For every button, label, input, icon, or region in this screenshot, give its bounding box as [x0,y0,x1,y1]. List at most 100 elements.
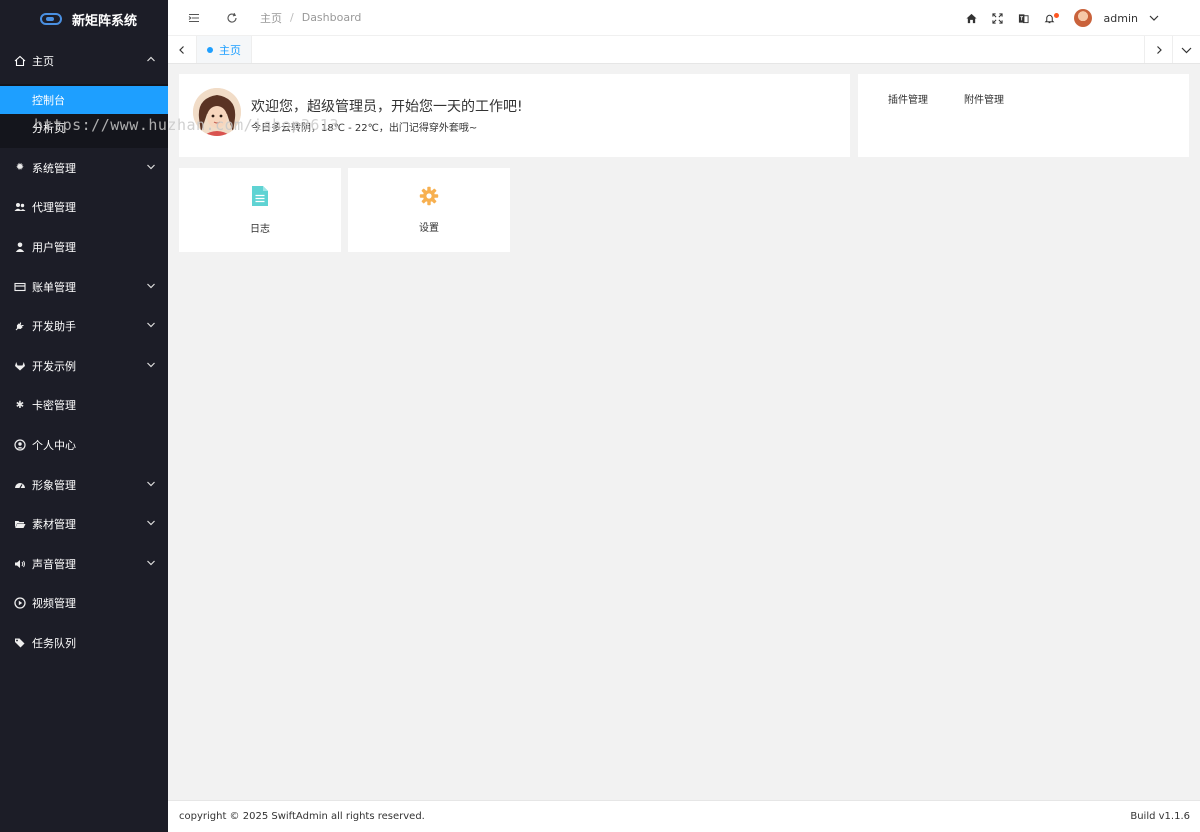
tab-home[interactable]: 主页 [196,36,252,63]
fullscreen-icon[interactable] [988,8,1008,28]
submenu-home: 控制台 分析页 [0,84,168,148]
user-icon [14,241,26,253]
welcome-card: 欢迎您，超级管理员，开始您一天的工作吧! 今日多云转阴，18℃ - 22℃，出门… [179,74,850,157]
welcome-avatar [193,88,241,136]
sidebar-item-label: 卡密管理 [32,399,76,413]
plugin-manage-link[interactable]: 插件管理 [888,91,928,106]
sidebar-subitem-label: 控制台 [32,94,65,107]
plug-icon [14,320,26,332]
build-version: Build v1.1.6 [1130,811,1190,822]
sidebar-subitem-label: 分析页 [32,122,65,135]
quick-card-settings[interactable]: 设置 [348,168,510,252]
weather-text: 今日多云转阴，18℃ - 22℃，出门记得穿外套哦~ [251,123,478,134]
bell-icon[interactable] [1040,8,1060,28]
user-name[interactable]: admin [1104,12,1138,25]
sidebar: 新矩阵系统 主页 控制台 分析页 ✹ 系统管理 代理管理 用户管理 账单管理 开… [0,0,168,832]
breadcrumb-current: Dashboard [301,11,362,24]
tabs-bar: 主页 [168,36,1200,64]
folder-open-icon [14,518,26,530]
header-actions: admin [962,0,1200,36]
users-icon [14,201,26,213]
sidebar-item-agents[interactable]: 代理管理 [0,188,168,228]
tabs-scroll-right-button[interactable] [1144,36,1172,63]
chevron-down-icon [146,478,156,491]
sidebar-item-label: 素材管理 [32,518,76,532]
sidebar-item-dev-examples[interactable]: 开发示例 [0,346,168,386]
app-logo[interactable]: 新矩阵系统 [0,0,168,38]
user-avatar[interactable] [1073,9,1092,27]
breadcrumb-home[interactable]: 主页 [260,10,282,26]
quick-card-label: 日志 [250,224,270,235]
tabs-scroll-left-button[interactable] [168,36,196,63]
sidebar-item-label: 开发示例 [32,359,76,373]
file-icon [251,185,269,210]
sidebar-item-home[interactable]: 主页 [0,38,168,84]
quick-card-label: 设置 [419,223,439,234]
app-title: 新矩阵系统 [72,13,138,29]
tabs-menu-button[interactable] [1172,36,1200,63]
sidebar-menu: 主页 控制台 分析页 ✹ 系统管理 代理管理 用户管理 账单管理 开发助手 开发… [0,38,168,663]
language-icon[interactable] [1014,8,1034,28]
chevron-down-icon [146,320,156,333]
quick-card-logs[interactable]: 日志 [179,168,341,252]
home-icon[interactable] [962,8,982,28]
menu-collapse-icon[interactable] [184,8,204,28]
chevron-down-icon [146,359,156,372]
asterisk-icon: ✱ [15,399,25,411]
sidebar-item-label: 用户管理 [32,240,76,254]
sidebar-item-materials[interactable]: 素材管理 [0,504,168,544]
shortcut-links-card: 插件管理 附件管理 [858,74,1189,157]
sidebar-item-label: 代理管理 [32,201,76,215]
sidebar-item-voices[interactable]: 声音管理 [0,544,168,584]
attachment-manage-link[interactable]: 附件管理 [964,91,1004,106]
credit-card-icon [14,281,26,293]
shortcut-links: 插件管理 附件管理 [888,91,1004,106]
welcome-greeting: 欢迎您，超级管理员，开始您一天的工作吧! [251,99,523,115]
refresh-icon[interactable] [222,8,242,28]
home-icon [14,55,26,67]
user-circle-icon [14,439,26,451]
sidebar-item-label: 系统管理 [32,161,76,175]
sidebar-item-label: 任务队列 [32,636,76,650]
chevron-up-icon [146,55,156,68]
sidebar-item-label: 视频管理 [32,597,76,611]
gitlab-icon [14,360,26,372]
sidebar-item-tasks[interactable]: 任务队列 [0,623,168,663]
sidebar-item-users[interactable]: 用户管理 [0,227,168,267]
copyright-text: copyright © 2025 SwiftAdmin all rights r… [179,811,425,822]
breadcrumb: 主页 / Dashboard [260,10,361,26]
top-header: 主页 / Dashboard admin [168,0,1200,36]
notification-dot [1053,13,1059,18]
sidebar-item-system[interactable]: ✹ 系统管理 [0,148,168,188]
chevron-down-icon [146,557,156,570]
logo-icon [40,13,62,25]
tags-icon [14,637,26,649]
sidebar-item-profile[interactable]: 个人中心 [0,425,168,465]
sidebar-item-videos[interactable]: 视频管理 [0,584,168,624]
chevron-down-icon [146,161,156,174]
sidebar-item-label: 开发助手 [32,320,76,334]
gear-icon [419,186,439,209]
sidebar-item-avatars[interactable]: 形象管理 [0,465,168,505]
gear-icon: ✹ [15,162,25,174]
breadcrumb-separator: / [290,11,294,24]
sidebar-subitem-console[interactable]: 控制台 [0,86,168,114]
footer: copyright © 2025 SwiftAdmin all rights r… [168,800,1200,832]
sidebar-subitem-analysis[interactable]: 分析页 [0,114,168,142]
dashboard-icon [14,479,26,491]
chevron-down-icon [146,280,156,293]
sidebar-item-card-keys[interactable]: ✱ 卡密管理 [0,386,168,426]
sidebar-item-label: 形象管理 [32,478,76,492]
sidebar-item-billing[interactable]: 账单管理 [0,267,168,307]
tab-label: 主页 [219,43,241,57]
tabs-list: 主页 [196,36,1144,63]
chevron-down-icon[interactable] [1144,8,1164,28]
sidebar-item-label: 个人中心 [32,438,76,452]
tab-active-dot [207,46,213,53]
volume-icon [14,558,26,570]
chevron-down-icon [146,518,156,531]
play-circle-icon [14,597,26,609]
sidebar-item-dev-assistant[interactable]: 开发助手 [0,306,168,346]
sidebar-item-label: 账单管理 [32,280,76,294]
sidebar-item-label: 声音管理 [32,557,76,571]
